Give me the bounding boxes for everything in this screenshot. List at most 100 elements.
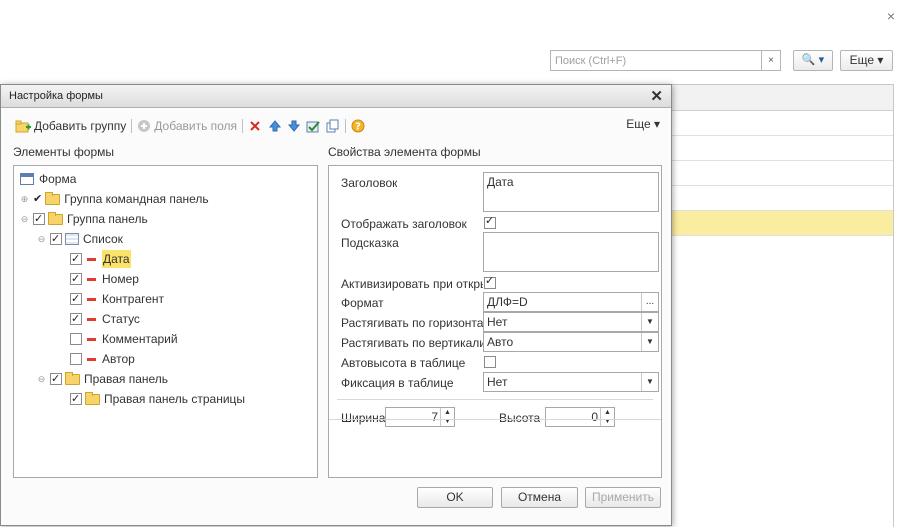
tree-node-field[interactable]: Дата: [70, 250, 131, 268]
tooltip-label: Подсказка: [341, 236, 399, 250]
stretch-vertical-select[interactable]: Авто ▼: [483, 332, 659, 352]
divider: [337, 399, 653, 400]
tooltip-field[interactable]: [483, 232, 659, 272]
format-field[interactable]: ДЛФ=D ...: [483, 292, 659, 312]
list-table: [672, 84, 894, 527]
tree-node-field[interactable]: Статус: [70, 310, 140, 328]
table-row-selected[interactable]: [672, 211, 893, 236]
tree-checkbox[interactable]: [70, 310, 82, 328]
table-header: [672, 85, 893, 111]
element-properties-panel: Заголовок Дата Отображать заголовок Подс…: [328, 165, 662, 478]
tree-node-right-panel-pages[interactable]: Правая панель страницы: [70, 390, 245, 408]
collapse-icon[interactable]: ⊖: [37, 234, 46, 244]
form-elements-header: Элементы формы: [13, 145, 115, 159]
table-row[interactable]: [672, 161, 893, 186]
add-fields-label: Добавить поля: [154, 119, 238, 133]
cancel-button[interactable]: Отмена: [501, 487, 578, 508]
dialog-close-icon[interactable]: ✕: [650, 87, 663, 105]
search-button[interactable]: 🔍 ▾: [793, 50, 833, 71]
table-row[interactable]: [672, 111, 893, 136]
tree-checkbox[interactable]: [50, 370, 62, 388]
folder-icon: [85, 391, 100, 405]
stretch-horizontal-select[interactable]: Нет ▼: [483, 312, 659, 332]
collapse-icon[interactable]: ⊖: [20, 214, 29, 224]
tree-checkbox[interactable]: [70, 390, 82, 408]
autoheight-checkbox[interactable]: [484, 356, 496, 368]
element-properties-header: Свойства элемента формы: [328, 145, 481, 159]
field-icon: [87, 297, 96, 301]
tree-node-field[interactable]: Контрагент: [70, 290, 164, 308]
toolbar-separator: [242, 119, 244, 133]
tree-checkbox[interactable]: [70, 353, 82, 365]
chevron-down-icon[interactable]: ▼: [641, 373, 658, 391]
move-up-icon[interactable]: [268, 119, 282, 133]
activate-checkbox[interactable]: [484, 274, 496, 289]
stretch-vertical-value: Авто: [487, 335, 514, 349]
search-field[interactable]: ×: [550, 50, 781, 71]
tree-checkbox[interactable]: [33, 210, 45, 228]
tree-label: Контрагент: [102, 292, 165, 306]
help-icon[interactable]: ?: [351, 119, 365, 133]
show-caption-checkbox[interactable]: [484, 214, 496, 229]
field-icon: [87, 337, 96, 341]
toolbar-more-button[interactable]: Еще ▾: [626, 117, 660, 131]
delete-icon[interactable]: [248, 119, 262, 133]
chevron-down-icon[interactable]: ▼: [641, 333, 658, 351]
activate-label: Активизировать при откры: [341, 277, 483, 291]
form-elements-tree[interactable]: Форма ⊕ ✔ Группа командная панель ⊖ Груп…: [13, 165, 318, 478]
tree-node-right-panel[interactable]: ⊖ Правая панель: [37, 370, 168, 388]
apply-button[interactable]: Применить: [585, 487, 661, 508]
tree-label-selected: Дата: [102, 250, 131, 268]
tree-node-field[interactable]: Комментарий: [70, 330, 178, 348]
folder-icon: [48, 211, 63, 225]
tree-node-field[interactable]: Номер: [70, 270, 139, 288]
dialog-toolbar: Добавить группу Добавить поля ? Еще ▾: [15, 117, 660, 135]
add-fields-button[interactable]: Добавить поля: [137, 119, 237, 133]
checkmark-icon[interactable]: ✔: [33, 190, 42, 208]
tree-label: Комментарий: [102, 332, 178, 346]
tree-node-form[interactable]: Форма: [20, 170, 76, 188]
tree-checkbox[interactable]: [70, 270, 82, 288]
tree-label: Номер: [102, 272, 139, 286]
move-down-icon[interactable]: [287, 119, 301, 133]
format-label: Формат: [341, 296, 384, 310]
field-icon: [87, 317, 96, 321]
folder-icon: [65, 371, 80, 385]
tree-node-command-panel[interactable]: ⊕ ✔ Группа командная панель: [20, 190, 209, 208]
table-row[interactable]: [672, 136, 893, 161]
window-close-icon[interactable]: ×: [887, 8, 895, 24]
caption-label: Заголовок: [341, 176, 398, 190]
tree-label: Правая панель: [84, 372, 169, 386]
properties-footer-area: [329, 419, 661, 477]
search-input[interactable]: [551, 51, 759, 70]
table-row[interactable]: [672, 186, 893, 211]
tree-node-field[interactable]: Автор: [70, 350, 135, 368]
stretch-vertical-label: Растягивать по вертикали: [341, 336, 483, 350]
tree-label: Форма: [39, 172, 77, 186]
caption-field[interactable]: Дата: [483, 172, 659, 212]
add-group-button[interactable]: Добавить группу: [15, 119, 126, 133]
copy-icon[interactable]: [326, 119, 340, 133]
more-menu-button[interactable]: Еще ▾: [840, 50, 893, 71]
tree-checkbox[interactable]: [50, 230, 62, 248]
tree-node-panel-group[interactable]: ⊖ Группа панель: [20, 210, 148, 228]
tree-checkbox[interactable]: [70, 333, 82, 345]
format-value: ДЛФ=D: [487, 295, 528, 309]
stretch-horizontal-value: Нет: [487, 315, 508, 329]
chevron-down-icon[interactable]: ▼: [641, 313, 658, 331]
tree-node-list[interactable]: ⊖ Список: [37, 230, 123, 248]
svg-text:?: ?: [355, 122, 361, 133]
expand-icon[interactable]: ⊕: [20, 194, 29, 204]
tree-checkbox[interactable]: [70, 290, 82, 308]
check-all-icon[interactable]: [306, 119, 321, 133]
dialog-titlebar: Настройка формы ✕: [1, 85, 671, 108]
format-select-button[interactable]: ...: [641, 293, 658, 311]
collapse-icon[interactable]: ⊖: [37, 374, 46, 384]
tree-label: Автор: [102, 352, 135, 366]
fixation-select[interactable]: Нет ▼: [483, 372, 659, 392]
search-clear-icon[interactable]: ×: [761, 51, 780, 70]
form-settings-dialog: Настройка формы ✕ Добавить группу Добави…: [0, 84, 672, 526]
ok-button[interactable]: OK: [417, 487, 493, 508]
toolbar-separator: [345, 119, 347, 133]
tree-checkbox[interactable]: [70, 250, 82, 268]
